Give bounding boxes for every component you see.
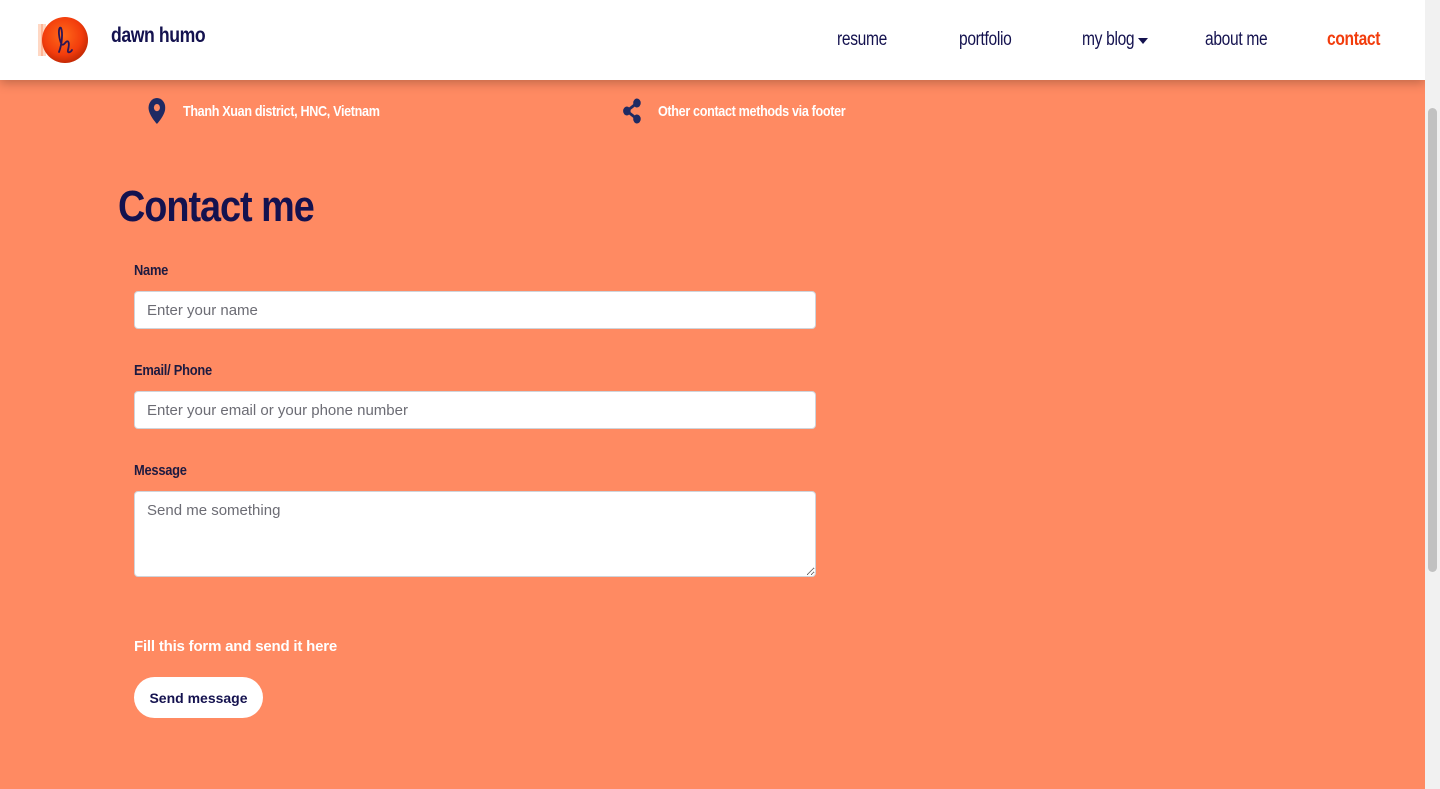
logo[interactable]	[38, 14, 88, 66]
nav-about-me[interactable]: about me	[1205, 29, 1268, 51]
location-info: Thanh Xuan district, HNC, Vietnam	[146, 98, 380, 124]
footer-contact-text: Other contact methods via footer	[657, 102, 846, 120]
name-label: Name	[134, 262, 169, 279]
contact-title: Contact me	[118, 182, 315, 231]
chevron-down-icon[interactable]	[1138, 38, 1148, 44]
nav-my-blog[interactable]: my blog	[1082, 29, 1135, 51]
email-phone-input[interactable]	[134, 391, 816, 429]
form-hint: Fill this form and send it here	[134, 638, 337, 655]
page-content: Thanh Xuan district, HNC, Vietnam Other …	[0, 0, 1425, 789]
nav-portfolio[interactable]: portfolio	[959, 29, 1012, 51]
nav-contact[interactable]: contact	[1327, 29, 1380, 51]
map-pin-icon	[146, 98, 168, 124]
page-scrollbar[interactable]	[1425, 0, 1440, 789]
scrollbar-thumb[interactable]	[1428, 108, 1437, 572]
share-icon	[621, 98, 643, 124]
location-text: Thanh Xuan district, HNC, Vietnam	[182, 102, 380, 120]
nav-resume[interactable]: resume	[837, 29, 887, 51]
name-input[interactable]	[134, 291, 816, 329]
brand-name[interactable]: dawn humo	[111, 24, 206, 48]
email-phone-label: Email/ Phone	[134, 362, 212, 379]
message-textarea[interactable]	[134, 491, 816, 577]
message-label: Message	[134, 462, 187, 479]
send-message-button[interactable]: Send message	[134, 677, 263, 718]
site-header: dawn humo resume portfolio my blog about…	[0, 0, 1425, 80]
footer-contact-info: Other contact methods via footer	[621, 98, 846, 124]
